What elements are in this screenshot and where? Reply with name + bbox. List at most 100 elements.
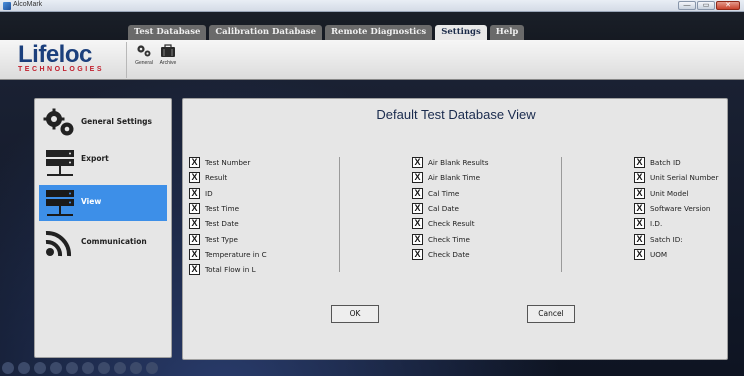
checkbox-row[interactable]: X Result	[189, 170, 267, 185]
checkbox-label: Air Blank Results	[428, 158, 489, 168]
decorative-dot	[2, 362, 14, 374]
sidebar-item-communication[interactable]: Communication	[39, 225, 167, 261]
checkbox[interactable]: X	[634, 157, 645, 169]
sidebar-item-label: Export	[81, 154, 109, 163]
checkbox-row[interactable]: X Unit Serial Number	[634, 170, 718, 185]
export-icon	[46, 150, 74, 176]
ribbon-divider	[126, 42, 127, 78]
column-3: X Batch ID X Unit Serial Number X Unit Mode…	[634, 155, 718, 262]
checkbox[interactable]: X	[189, 218, 200, 230]
checkbox[interactable]: X	[412, 187, 423, 199]
gears-icon	[43, 108, 74, 136]
checkbox-row[interactable]: X Air Blank Time	[412, 170, 488, 185]
checkbox[interactable]: X	[412, 157, 423, 169]
checkbox-label: Software Version	[650, 204, 711, 214]
minimize-button[interactable]: —	[678, 1, 696, 10]
checkbox-label: Test Type	[205, 234, 238, 244]
checkbox-row[interactable]: X Temperature in C	[189, 247, 267, 262]
archive-icon	[161, 44, 175, 57]
tab-test-database[interactable]: Test Database	[128, 25, 207, 40]
sidebar-item-label: Communication	[81, 237, 147, 246]
sidebar-item-view[interactable]: View	[39, 185, 167, 221]
settings-sidebar: General Settings Export View Communicati…	[34, 98, 172, 358]
ribbon: Lifeloc TECHNOLOGIES General Archive	[0, 40, 744, 80]
checkbox[interactable]: X	[634, 233, 645, 245]
panel-title: Default Test Database View	[376, 107, 536, 122]
checkbox-label: Total Flow in L	[205, 265, 256, 275]
checkbox-row[interactable]: X Batch ID	[634, 155, 718, 170]
checkbox-row[interactable]: X Test Time	[189, 201, 267, 216]
tab-help[interactable]: Help	[489, 25, 525, 40]
checkbox-label: I.D.	[650, 219, 663, 229]
main-area: General Settings Export View Communicati…	[0, 80, 744, 376]
checkbox[interactable]: X	[412, 248, 423, 260]
checkbox-row[interactable]: X Test Date	[189, 216, 267, 231]
checkbox-row[interactable]: X Test Number	[189, 155, 267, 170]
checkbox[interactable]: X	[189, 248, 200, 260]
checkbox[interactable]: X	[634, 218, 645, 230]
checkbox[interactable]: X	[189, 172, 200, 184]
tab-remote-diagnostics[interactable]: Remote Diagnostics	[324, 25, 433, 40]
checkbox-row[interactable]: X Unit Model	[634, 186, 718, 201]
tab-calibration-database[interactable]: Calibration Database	[209, 25, 322, 40]
window-title: AlcoMark	[13, 1, 43, 8]
checkbox-label: Temperature in C	[205, 249, 267, 259]
cancel-button[interactable]: Cancel	[527, 305, 575, 323]
sidebar-item-label: View	[81, 197, 102, 206]
checkbox-label: Test Time	[205, 204, 240, 214]
tab-settings[interactable]: Settings	[435, 25, 487, 40]
checkbox[interactable]: X	[634, 203, 645, 215]
checkbox-row[interactable]: X Check Time	[412, 231, 488, 246]
checkbox-row[interactable]: X Cal Date	[412, 201, 488, 216]
decorative-dot	[130, 362, 142, 374]
checkbox-row[interactable]: X Air Blank Results	[412, 155, 488, 170]
checkbox[interactable]: X	[189, 187, 200, 199]
checkbox-label: Batch ID	[650, 158, 681, 168]
decorative-dot	[82, 362, 94, 374]
general-ribbon-button[interactable]: General	[132, 44, 156, 66]
checkbox[interactable]: X	[412, 218, 423, 230]
checkbox-label: UOM	[650, 249, 668, 259]
checkbox[interactable]: X	[412, 203, 423, 215]
maximize-button[interactable]: ▭	[697, 1, 715, 10]
checkbox-row[interactable]: X Software Version	[634, 201, 718, 216]
checkbox-row[interactable]: X Check Result	[412, 216, 488, 231]
checkbox[interactable]: X	[412, 233, 423, 245]
logo-tagline: TECHNOLOGIES	[18, 66, 105, 73]
checkbox-label: Air Blank Time	[428, 173, 481, 183]
checkbox-row[interactable]: X Cal Time	[412, 186, 488, 201]
checkbox[interactable]: X	[189, 157, 200, 169]
close-button[interactable]: ✕	[716, 1, 740, 10]
checkbox-row[interactable]: X Test Type	[189, 231, 267, 246]
checkbox[interactable]: X	[189, 264, 200, 276]
sidebar-item-general-settings[interactable]: General Settings	[39, 105, 167, 141]
checkbox[interactable]: X	[634, 172, 645, 184]
checkbox-label: Satch ID:	[650, 234, 683, 244]
checkbox-row[interactable]: X Total Flow in L	[189, 262, 267, 277]
ok-button[interactable]: OK	[331, 305, 379, 323]
column-divider	[339, 157, 340, 272]
checkbox[interactable]: X	[189, 203, 200, 215]
view-settings-panel: Default Test Database View X Test Number …	[182, 98, 728, 360]
archive-ribbon-button[interactable]: Archive	[156, 44, 180, 66]
checkbox-row[interactable]: X ID	[189, 186, 267, 201]
checkbox-row[interactable]: X Satch ID:	[634, 231, 718, 246]
checkbox[interactable]: X	[634, 187, 645, 199]
column-2: X Air Blank Results X Air Blank Time X Cal …	[412, 155, 488, 262]
checkbox[interactable]: X	[412, 172, 423, 184]
sidebar-item-export[interactable]: Export	[39, 145, 167, 181]
checkbox[interactable]: X	[634, 248, 645, 260]
main-tabs: Test Database Calibration Database Remot…	[128, 25, 525, 40]
checkbox-label: Test Date	[205, 219, 239, 229]
checkbox-row[interactable]: X Check Date	[412, 247, 488, 262]
title-bar: AlcoMark — ▭ ✕	[0, 0, 744, 12]
checkbox-row[interactable]: X UOM	[634, 247, 718, 262]
checkbox-row[interactable]: X I.D.	[634, 216, 718, 231]
checkbox[interactable]: X	[189, 233, 200, 245]
checkbox-label: Check Date	[428, 249, 470, 259]
checkbox-label: Result	[205, 173, 228, 183]
wifi-icon	[45, 230, 72, 257]
decorative-dot	[98, 362, 110, 374]
column-1: X Test Number X Result X ID X Test Time X Tes…	[189, 155, 267, 277]
view-icon	[46, 190, 74, 216]
